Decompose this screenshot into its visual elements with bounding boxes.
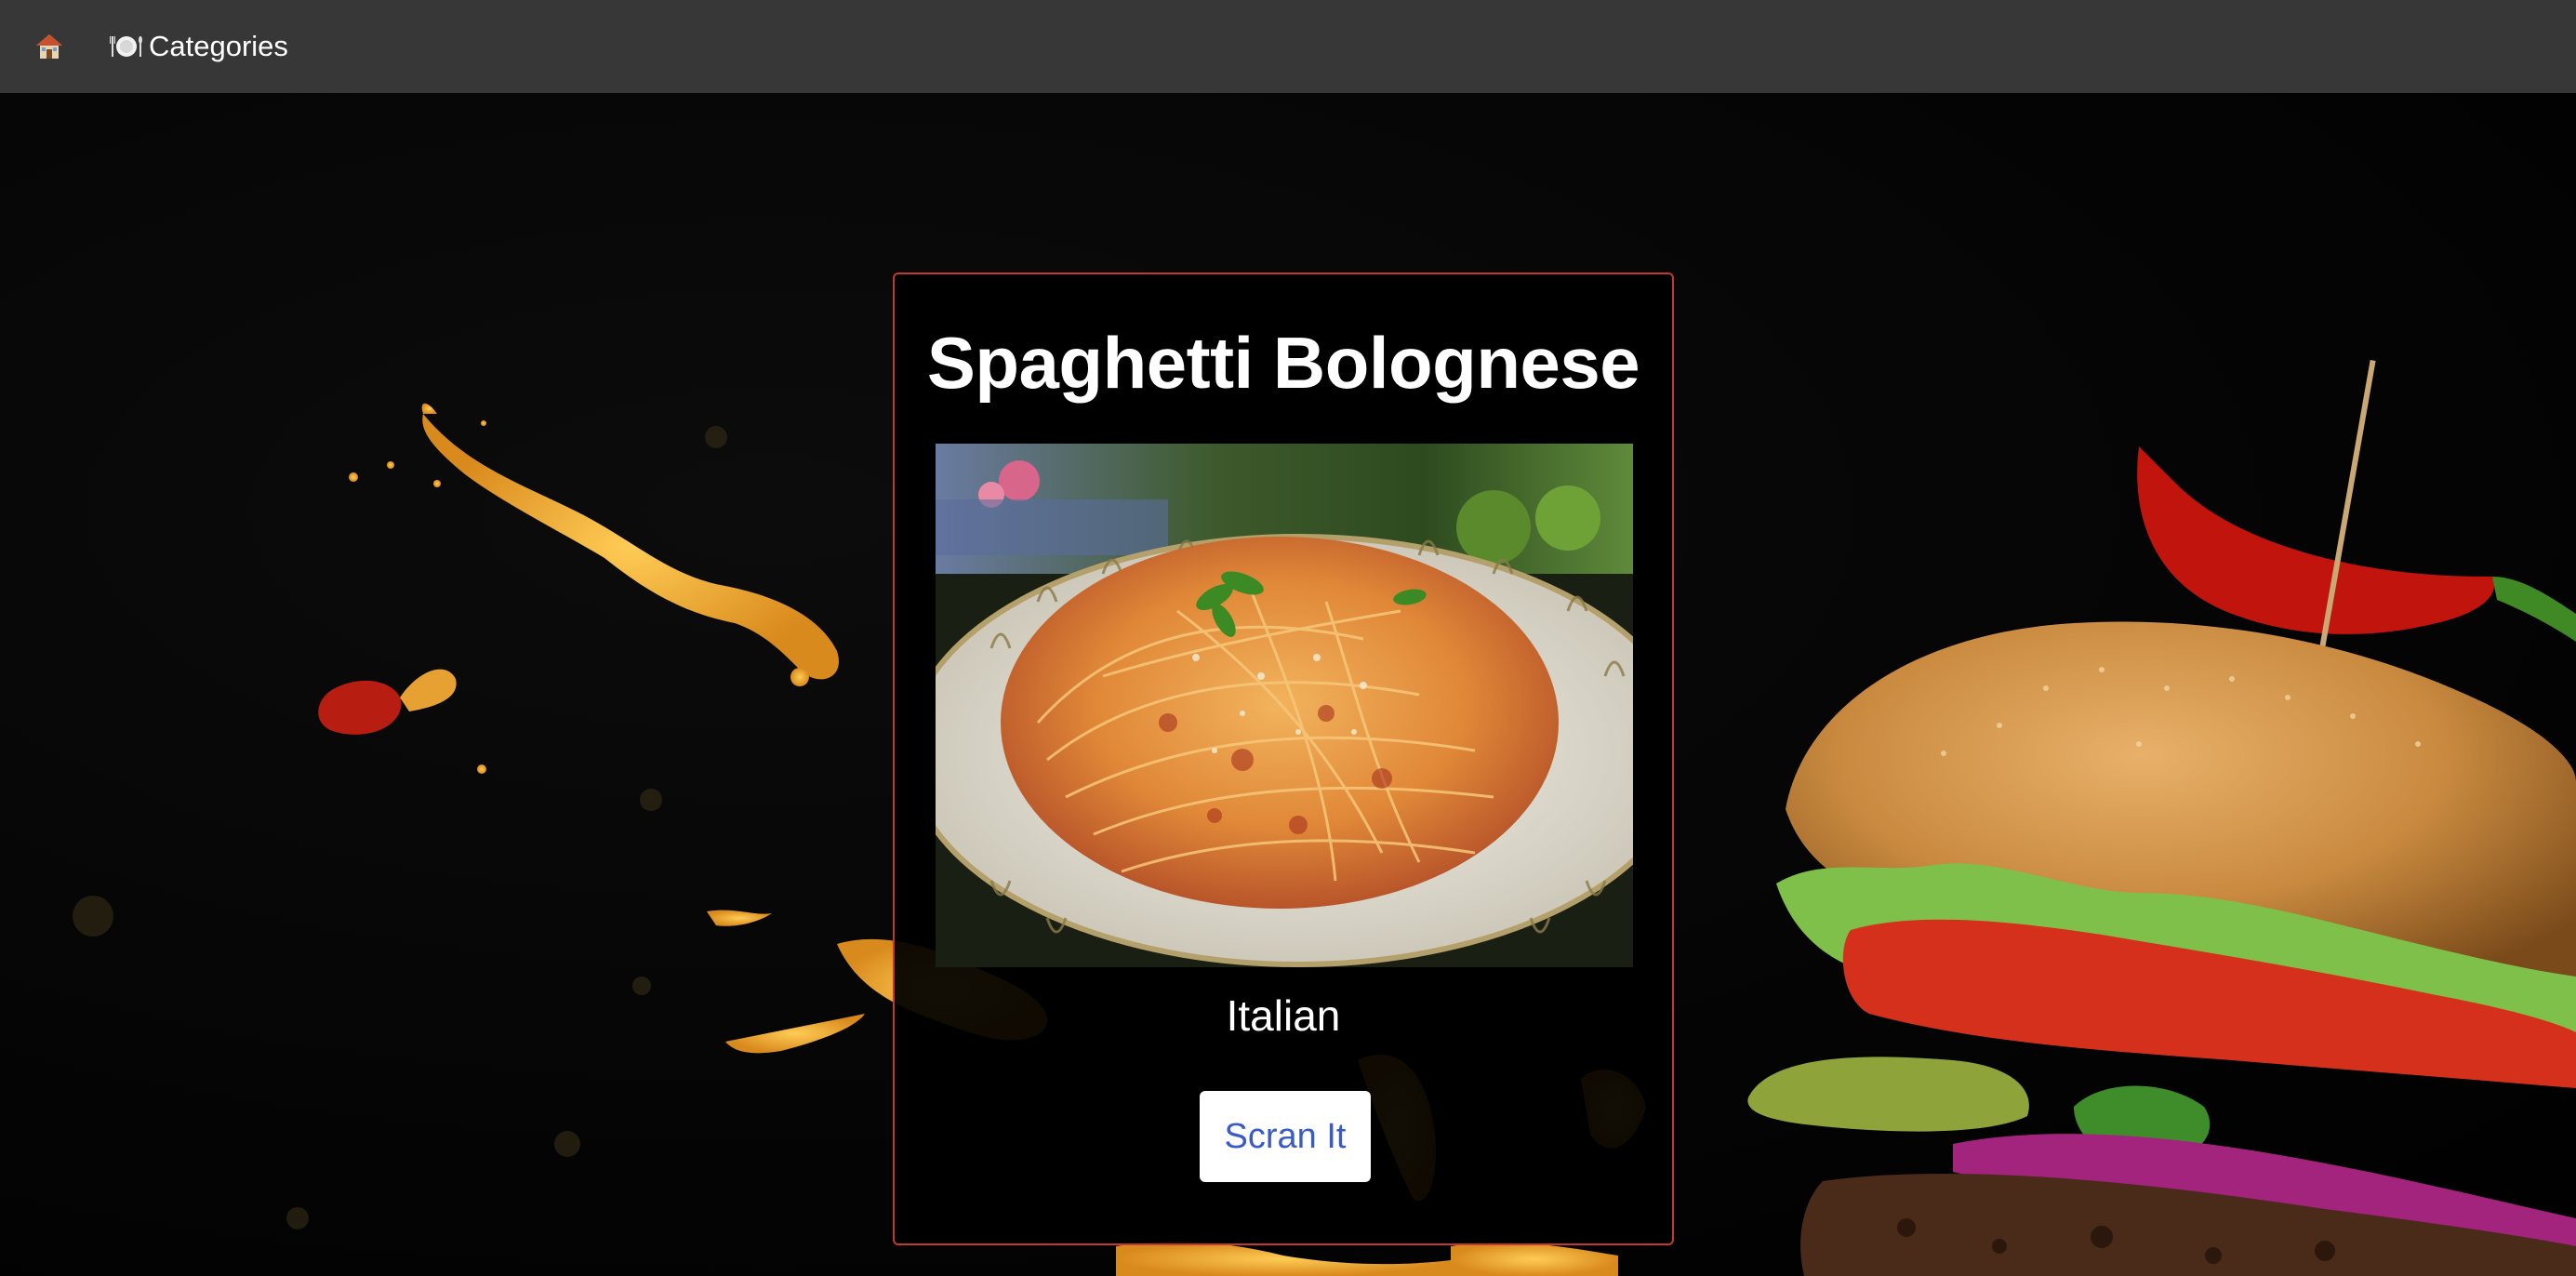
plate-icon [110, 33, 143, 60]
categories-label: Categories [149, 30, 288, 62]
recipe-title: Spaghetti Bolognese [926, 322, 1640, 404]
recipe-category: Italian [1226, 991, 1341, 1040]
categories-link[interactable]: Categories [110, 30, 288, 63]
home-link[interactable] [33, 31, 65, 62]
recipe-photo [936, 444, 1633, 967]
spaghetti-image [936, 444, 1633, 967]
page: Categories Spaghetti Bolognese Italian S… [0, 0, 2576, 1276]
house-icon [36, 34, 62, 59]
recipe-card: Spaghetti Bolognese Italian Scran It [893, 272, 1674, 1245]
scran-it-button[interactable]: Scran It [1200, 1091, 1371, 1182]
top-navbar: Categories [0, 0, 2576, 93]
